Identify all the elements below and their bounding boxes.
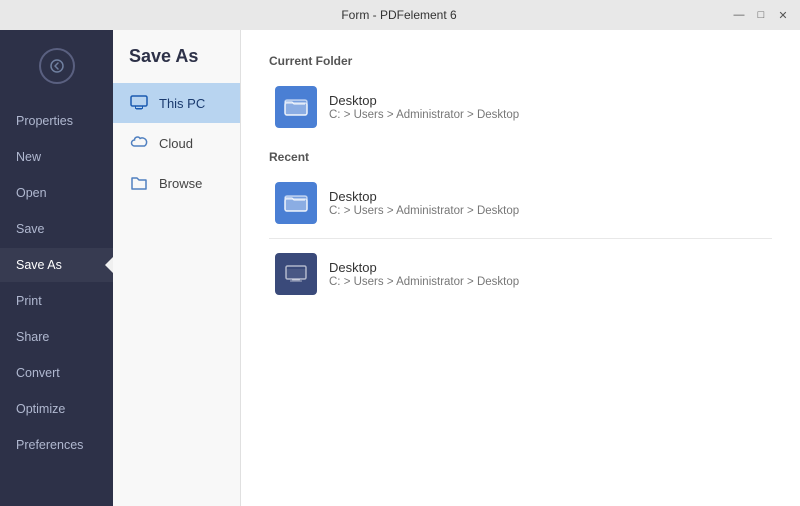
recent-item-0-info: Desktop C: > Users > Administrator > Des… — [329, 189, 519, 217]
sidebar-item-open[interactable]: Open — [0, 176, 113, 210]
recent-item-1-info: Desktop C: > Users > Administrator > Des… — [329, 260, 519, 288]
current-folder-item[interactable]: Desktop C: > Users > Administrator > Des… — [269, 78, 772, 136]
current-folder-icon — [275, 86, 317, 128]
back-button[interactable] — [39, 48, 75, 84]
content-area: Current Folder Desktop C: > Users > Admi… — [241, 30, 800, 506]
current-folder-name: Desktop — [329, 93, 519, 108]
recent-item-0-icon — [275, 182, 317, 224]
current-folder-path: C: > Users > Administrator > Desktop — [329, 109, 519, 121]
main-layout: Properties New Open Save Save As Print S… — [0, 30, 800, 506]
sidebar-item-save-as[interactable]: Save As — [0, 248, 113, 282]
mid-panel: Save As This PC Cloud — [113, 30, 241, 506]
sidebar-navigation: Properties New Open Save Save As Print S… — [0, 104, 113, 462]
mid-item-this-pc-label: This PC — [159, 96, 205, 111]
recent-divider — [269, 238, 772, 239]
recent-item-0[interactable]: Desktop C: > Users > Administrator > Des… — [269, 174, 772, 232]
sidebar-item-optimize[interactable]: Optimize — [0, 392, 113, 426]
sidebar-item-save[interactable]: Save — [0, 212, 113, 246]
title-bar: Form - PDFelement 6 — □ ✕ — [0, 0, 800, 30]
sidebar-item-convert[interactable]: Convert — [0, 356, 113, 390]
sidebar-item-share[interactable]: Share — [0, 320, 113, 354]
cloud-icon — [129, 133, 149, 153]
mid-item-this-pc[interactable]: This PC — [113, 83, 240, 123]
mid-item-cloud-label: Cloud — [159, 136, 193, 151]
recent-section: Recent Desktop C: > Users > Administrato… — [269, 150, 772, 303]
title-bar-title: Form - PDFelement 6 — [68, 8, 730, 22]
recent-item-1-name: Desktop — [329, 260, 519, 275]
mid-item-cloud[interactable]: Cloud — [113, 123, 240, 163]
recent-item-0-name: Desktop — [329, 189, 519, 204]
sidebar-item-properties[interactable]: Properties — [0, 104, 113, 138]
recent-label: Recent — [269, 150, 772, 164]
restore-button[interactable]: □ — [752, 6, 770, 24]
minimize-button[interactable]: — — [730, 6, 748, 24]
sidebar-item-print[interactable]: Print — [0, 284, 113, 318]
mid-item-browse-label: Browse — [159, 176, 202, 191]
sidebar: Properties New Open Save Save As Print S… — [0, 30, 113, 506]
sidebar-item-preferences[interactable]: Preferences — [0, 428, 113, 462]
current-folder-info: Desktop C: > Users > Administrator > Des… — [329, 93, 519, 121]
monitor-icon — [129, 93, 149, 113]
recent-item-1[interactable]: Desktop C: > Users > Administrator > Des… — [269, 245, 772, 303]
mid-item-browse[interactable]: Browse — [113, 163, 240, 203]
sidebar-item-new[interactable]: New — [0, 140, 113, 174]
close-button[interactable]: ✕ — [774, 6, 792, 24]
recent-item-1-icon — [275, 253, 317, 295]
folder-icon — [129, 173, 149, 193]
current-folder-label: Current Folder — [269, 54, 772, 68]
title-bar-controls: — □ ✕ — [730, 6, 792, 24]
current-folder-section: Current Folder Desktop C: > Users > Admi… — [269, 54, 772, 136]
recent-item-1-path: C: > Users > Administrator > Desktop — [329, 276, 519, 288]
recent-item-0-path: C: > Users > Administrator > Desktop — [329, 205, 519, 217]
mid-panel-title: Save As — [113, 46, 240, 83]
